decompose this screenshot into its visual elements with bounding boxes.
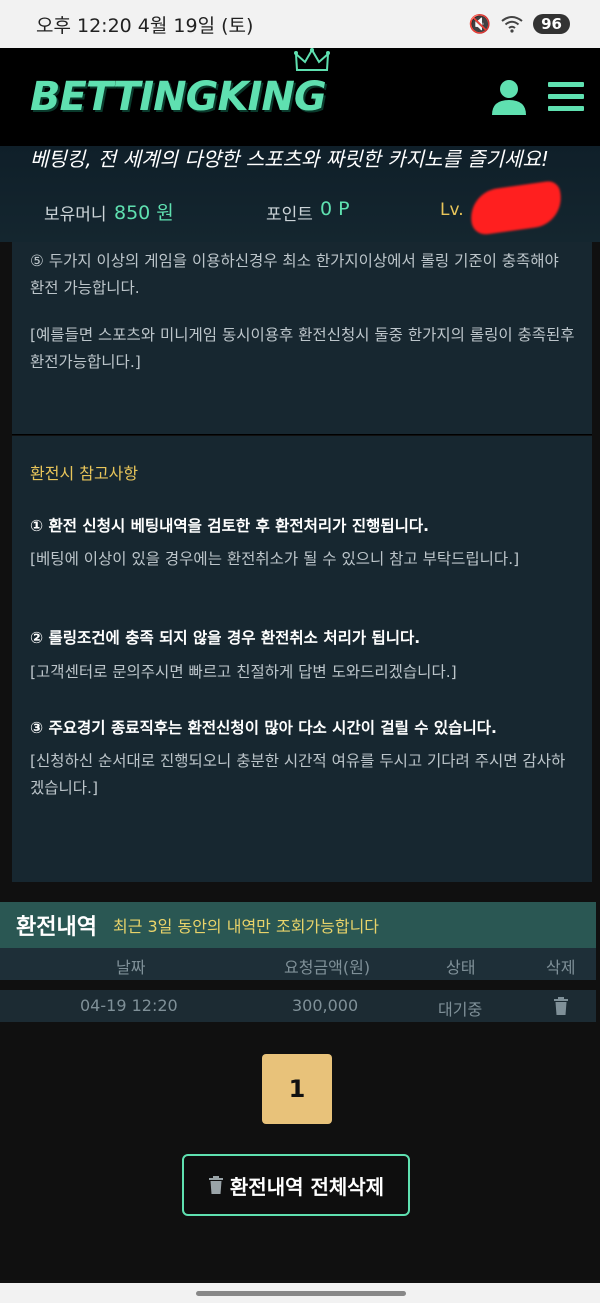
- note-rule-1: ① 환전 신청시 베팅내역을 검토한 후 환전처리가 진행됩니다.: [30, 517, 430, 535]
- row-date: 04-19 12:20: [80, 996, 178, 1015]
- page-button-1[interactable]: 1: [262, 1054, 332, 1124]
- crown-icon: [293, 48, 330, 71]
- app-header: BETTINGKING: [0, 48, 600, 146]
- site-logo[interactable]: BETTINGKING: [30, 48, 330, 120]
- wifi-icon: [501, 16, 523, 33]
- history-header: 환전내역 최근 3일 동안의 내역만 조회가능합니다: [0, 902, 596, 948]
- withdrawal-notes-panel: 환전시 참고사항 ① 환전 신청시 베팅내역을 검토한 후 환전처리가 진행됩니…: [12, 436, 592, 882]
- notice-example: [예를들면 스포츠와 미니게임 동시이용후 환전신청시 둘중 한가지의 롤링이 …: [30, 326, 575, 371]
- status-bar: 오후 12:20 4월 19일 (토) 🔇 96: [0, 0, 600, 48]
- tagline: 베팅킹, 전 세계의 다양한 스포츠와 짜릿한 카지노를 즐기세요!: [30, 147, 549, 171]
- delete-all-button[interactable]: 환전내역 전체삭제: [182, 1154, 410, 1216]
- system-nav-bar: [0, 1283, 600, 1303]
- row-status: 대기중: [438, 1000, 483, 1019]
- menu-icon[interactable]: [546, 80, 586, 114]
- note-detail-2: [고객센터로 문의주시면 빠르고 친절하게 답변 도와드리겠습니다.]: [30, 663, 457, 681]
- money-value: 850 원: [114, 202, 174, 224]
- history-columns: 날짜 요청금액(원) 상태 삭제: [0, 948, 596, 980]
- trash-icon: [208, 1176, 223, 1194]
- notice-rule-5: ⑤ 두가지 이상의 게임을 이용하신경우 최소 한가지이상에서 롤링 기준이 충…: [30, 252, 559, 297]
- note-detail-1: [베팅에 이상이 있을 경우에는 환전취소가 될 수 있으니 참고 부탁드립니다…: [30, 550, 520, 568]
- note-rule-2: ② 롤링조건에 충족 되지 않을 경우 환전취소 처리가 됩니다.: [30, 629, 421, 647]
- point-label: 포인트: [266, 205, 313, 225]
- note-rule-3: ③ 주요경기 종료직후는 환전신청이 많아 다소 시간이 걸릴 수 있습니다.: [30, 719, 497, 737]
- status-icons: 🔇 96: [469, 14, 570, 35]
- mute-icon: 🔇: [468, 13, 492, 35]
- rolling-notice-panel: ⑤ 두가지 이상의 게임을 이용하신경우 최소 한가지이상에서 롤링 기준이 충…: [12, 242, 592, 435]
- status-time: 오후 12:20 4월 19일 (토): [36, 14, 254, 37]
- history-title: 환전내역: [16, 915, 97, 940]
- column-delete: 삭제: [546, 958, 576, 977]
- level-label: Lv.: [440, 200, 464, 220]
- account-summary: 베팅킹, 전 세계의 다양한 스포츠와 짜릿한 카지노를 즐기세요! 보유머니 …: [0, 146, 600, 242]
- battery-badge: 96: [533, 14, 570, 34]
- trash-icon[interactable]: [553, 997, 569, 1015]
- header-actions: [490, 78, 586, 116]
- point-value: 0 P: [320, 198, 350, 220]
- table-row: 04-19 12:20 300,000 대기중: [0, 990, 596, 1022]
- home-gesture-bar[interactable]: [196, 1291, 406, 1296]
- history-subtitle: 최근 3일 동안의 내역만 조회가능합니다: [112, 917, 380, 936]
- delete-all-label: 환전내역 전체삭제: [229, 1174, 385, 1199]
- column-date: 날짜: [116, 958, 146, 977]
- logo-text: BETTINGKING: [30, 74, 327, 120]
- column-status: 상태: [446, 958, 476, 977]
- row-amount: 300,000: [292, 996, 359, 1015]
- notes-heading: 환전시 참고사항: [30, 464, 139, 483]
- note-detail-3: [신청하신 순서대로 진행되오니 충분한 시간적 여유를 두시고 기다려 주시면…: [30, 752, 566, 797]
- money-label: 보유머니: [44, 205, 107, 225]
- column-amount: 요청금액(원): [284, 958, 371, 977]
- user-icon[interactable]: [490, 78, 528, 116]
